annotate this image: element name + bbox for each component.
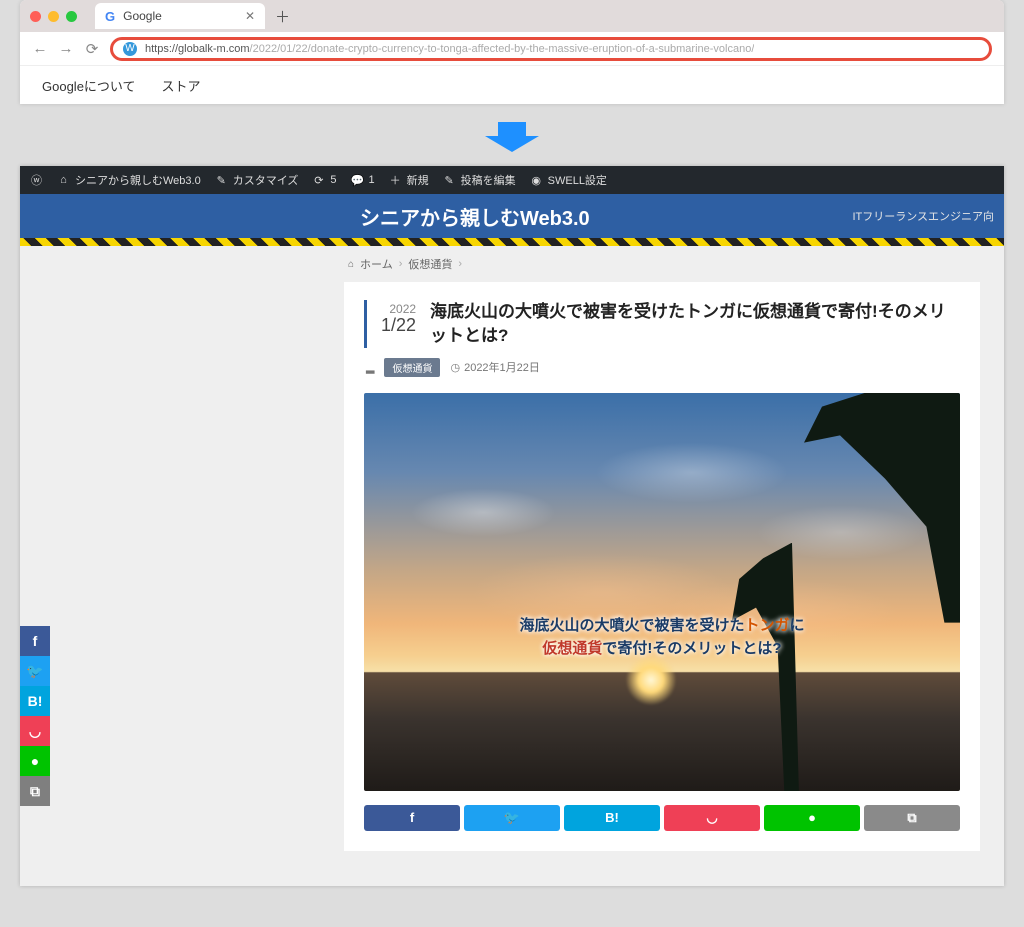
adminbar-comments[interactable]: 💬1	[351, 174, 375, 187]
share-twitter[interactable]: 🐦	[20, 656, 50, 686]
close-window-icon[interactable]	[30, 11, 41, 22]
address-bar[interactable]: W https://globalk-m.com/2022/01/22/donat…	[110, 37, 992, 61]
share-pocket[interactable]: ◡	[664, 805, 760, 831]
google-favicon-icon: G	[105, 9, 115, 24]
wp-admin-bar[interactable]: ⓦ ⌂シニアから親しむWeb3.0 ✎カスタマイズ ⟳5 💬1 ＋新規 ✎投稿を…	[20, 166, 1004, 194]
folder-icon: ▂	[366, 361, 374, 374]
browser-window: G Google ✕ ＋ ← → ⟳ W https://globalk-m.c…	[20, 0, 1004, 104]
share-bar: f 🐦 B! ◡ ● ⧉	[364, 805, 960, 831]
share-facebook[interactable]: f	[364, 805, 460, 831]
date-label: ◷2022年1月22日	[450, 359, 539, 375]
url-text: https://globalk-m.com/2022/01/22/donate-…	[145, 43, 754, 55]
page-nav: Googleについて ストア	[20, 66, 1004, 104]
article-header: 2022 1/22 海底火山の大噴火で被害を受けたトンガに仮想通貨で寄付!そのメ…	[364, 300, 960, 348]
site-title[interactable]: シニアから親しむWeb3.0	[360, 202, 590, 231]
adminbar-updates[interactable]: ⟳5	[312, 174, 336, 187]
left-column	[20, 246, 344, 886]
share-copy[interactable]: ⧉	[864, 805, 960, 831]
tab-title: Google	[123, 9, 162, 23]
share-pocket[interactable]: ◡	[20, 716, 50, 746]
share-line[interactable]: ●	[20, 746, 50, 776]
breadcrumb: ⌂ ホーム › 仮想通貨 ›	[344, 246, 1004, 282]
category-badge[interactable]: 仮想通貨	[384, 358, 440, 377]
hero-image: 海底火山の大噴火で被害を受けたトンガに 仮想通貨で寄付!そのメリットとは?	[364, 393, 960, 791]
article-meta: ▂ 仮想通貨 ◷2022年1月22日	[366, 358, 960, 377]
adminbar-swell[interactable]: ◉SWELL設定	[530, 172, 607, 188]
toolbar: ← → ⟳ W https://globalk-m.com/2022/01/22…	[20, 32, 1004, 66]
site-tagline: ITフリーランスエンジニア向	[852, 208, 994, 224]
clock-icon: ◷	[450, 361, 460, 374]
page-body: f 🐦 B! ◡ ● ⧉ ⌂ ホーム › 仮想通貨 › 2022 1/22	[20, 246, 1004, 886]
post-monthday: 1/22	[381, 316, 416, 336]
share-hatena[interactable]: B!	[564, 805, 660, 831]
share-facebook[interactable]: f	[20, 626, 50, 656]
crumb-sep: ›	[458, 258, 462, 270]
nav-about[interactable]: Googleについて	[42, 76, 136, 95]
maximize-window-icon[interactable]	[66, 11, 77, 22]
crumb-category[interactable]: 仮想通貨	[408, 256, 452, 272]
adminbar-new[interactable]: ＋新規	[389, 172, 429, 188]
article-title: 海底火山の大噴火で被害を受けたトンガに仮想通貨で寄付!そのメリットとは?	[430, 300, 960, 348]
close-tab-icon[interactable]: ✕	[245, 9, 255, 23]
share-twitter[interactable]: 🐦	[464, 805, 560, 831]
crumb-sep: ›	[399, 258, 403, 270]
site-window: ⓦ ⌂シニアから親しむWeb3.0 ✎カスタマイズ ⟳5 💬1 ＋新規 ✎投稿を…	[20, 166, 1004, 886]
adminbar-customize[interactable]: ✎カスタマイズ	[215, 172, 299, 188]
share-hatena[interactable]: B!	[20, 686, 50, 716]
home-icon[interactable]: ⌂	[348, 259, 354, 270]
down-arrow-icon	[0, 122, 1024, 152]
share-copy[interactable]: ⧉	[20, 776, 50, 806]
window-controls[interactable]	[30, 11, 77, 22]
share-line[interactable]: ●	[764, 805, 860, 831]
back-button[interactable]: ←	[32, 40, 48, 57]
wordpress-favicon-icon: W	[123, 42, 137, 56]
hazard-strip	[20, 238, 1004, 246]
site-header: シニアから親しむWeb3.0 ITフリーランスエンジニア向	[20, 194, 1004, 238]
hero-text: 海底火山の大噴火で被害を受けたトンガに 仮想通貨で寄付!そのメリットとは?	[519, 615, 804, 660]
crumb-home[interactable]: ホーム	[360, 256, 393, 272]
main-column: ⌂ ホーム › 仮想通貨 › 2022 1/22 海底火山の大噴火で被害を受けた…	[344, 246, 1004, 886]
tab-strip: G Google ✕ ＋	[20, 0, 1004, 32]
date-box: 2022 1/22	[381, 300, 416, 348]
adminbar-edit[interactable]: ✎投稿を編集	[443, 172, 516, 188]
nav-store[interactable]: ストア	[162, 76, 201, 95]
browser-tab[interactable]: G Google ✕	[95, 3, 265, 29]
minimize-window-icon[interactable]	[48, 11, 59, 22]
floating-share: f 🐦 B! ◡ ● ⧉	[20, 626, 50, 806]
wp-logo-icon[interactable]: ⓦ	[30, 172, 43, 188]
new-tab-button[interactable]: ＋	[275, 6, 290, 27]
article: 2022 1/22 海底火山の大噴火で被害を受けたトンガに仮想通貨で寄付!そのメ…	[344, 282, 980, 851]
forward-button[interactable]: →	[58, 40, 74, 57]
reload-button[interactable]: ⟳	[84, 40, 100, 58]
adminbar-site[interactable]: ⌂シニアから親しむWeb3.0	[57, 172, 201, 188]
